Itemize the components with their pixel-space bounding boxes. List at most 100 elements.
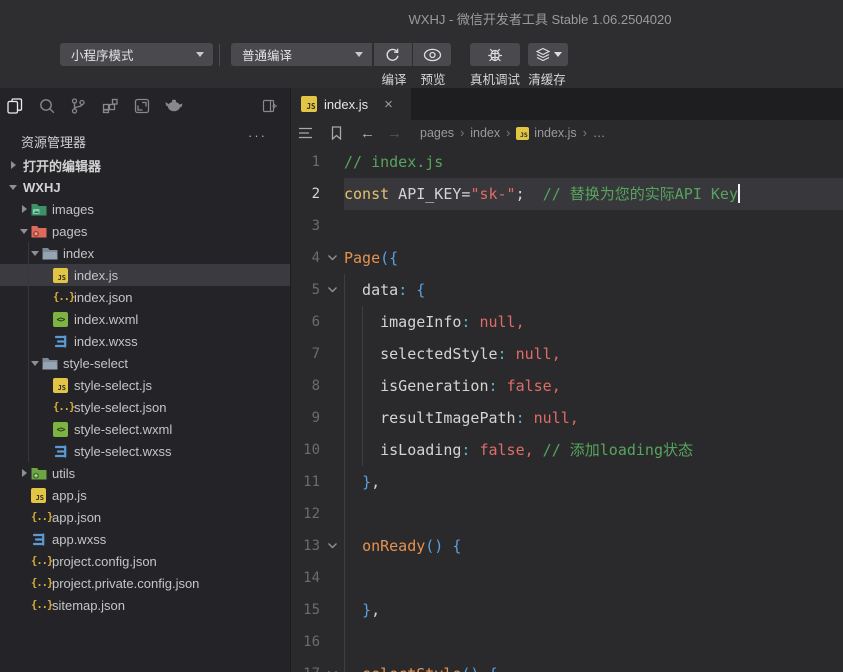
code-line-content[interactable]: },	[344, 466, 843, 498]
code-line-8[interactable]: 8 isGeneration: false,	[291, 370, 843, 402]
tree-item-style-select.json[interactable]: {..}style-select.json	[0, 396, 290, 418]
collapse-sidebar-icon[interactable]	[262, 98, 278, 114]
code-line-content[interactable]: data: {	[344, 274, 843, 306]
code-line-content[interactable]: const API_KEY="sk-"; // 替换为您的实际API Key	[344, 178, 843, 210]
tree-item-sitemap.json[interactable]: {..}sitemap.json	[0, 594, 290, 616]
breadcrumb-separator: ›	[506, 126, 510, 140]
back-arrow-icon[interactable]: ←	[360, 125, 375, 142]
tree-item-style-select.js[interactable]: JSstyle-select.js	[0, 374, 290, 396]
breadcrumb-item-pages[interactable]: pages	[420, 126, 454, 140]
tree-item-style-select.wxml[interactable]: <>style-select.wxml	[0, 418, 290, 440]
code-line-14[interactable]: 14	[291, 562, 843, 594]
remote-debug-label[interactable]: 真机调试	[463, 69, 527, 88]
tree-caret-icon[interactable]	[28, 361, 42, 366]
compile-label[interactable]: 编译	[374, 69, 414, 88]
close-icon[interactable]: ×	[384, 97, 393, 112]
code-area[interactable]: 1// index.js2const API_KEY="sk-"; // 替换为…	[291, 146, 843, 672]
preview-label[interactable]: 预览	[413, 69, 453, 88]
app-window-icon[interactable]	[133, 97, 151, 115]
tree-item-project.config.json[interactable]: {..}project.config.json	[0, 550, 290, 572]
tree-caret-icon[interactable]	[17, 229, 31, 234]
tree-caret-icon[interactable]	[6, 185, 20, 190]
breadcrumb-item-index.js[interactable]: index.js	[534, 126, 576, 140]
teapot-icon[interactable]	[164, 97, 182, 115]
code-line-content[interactable]: selectStyle() {	[344, 658, 843, 672]
fold-chevron-icon[interactable]	[320, 274, 344, 306]
code-line-content[interactable]: imageInfo: null,	[344, 306, 843, 338]
code-line-content[interactable]	[344, 626, 843, 658]
tree-item-project.private.config.json[interactable]: {..}project.private.config.json	[0, 572, 290, 594]
tree-item-index.js[interactable]: JSindex.js	[0, 264, 290, 286]
code-line-13[interactable]: 13 onReady() {	[291, 530, 843, 562]
breadcrumb-item-more[interactable]: …	[593, 126, 606, 140]
code-line-content[interactable]	[344, 498, 843, 530]
tree-item-index.wxss[interactable]: index.wxss	[0, 330, 290, 352]
code-line-content[interactable]	[344, 562, 843, 594]
code-line-4[interactable]: 4Page({	[291, 242, 843, 274]
compile-button[interactable]	[374, 43, 412, 66]
fold-chevron-icon[interactable]	[320, 242, 344, 274]
tree-item-index[interactable]: index	[0, 242, 290, 264]
compile-mode-dropdown[interactable]: 普通编译	[231, 43, 372, 66]
fold-chevron-icon[interactable]	[320, 530, 344, 562]
tree-item--[interactable]: 打开的编辑器	[0, 154, 290, 176]
fold-spacer	[320, 178, 344, 210]
tree-item-style-select.wxss[interactable]: style-select.wxss	[0, 440, 290, 462]
indent-guide	[344, 466, 345, 498]
code-line-17[interactable]: 17 selectStyle() {	[291, 658, 843, 672]
breadcrumb-item-index[interactable]: index	[470, 126, 500, 140]
code-line-content[interactable]: resultImagePath: null,	[344, 402, 843, 434]
clear-cache-label[interactable]: 清缓存	[525, 69, 569, 88]
code-line-content[interactable]: // index.js	[344, 146, 843, 178]
bookmark-icon[interactable]	[328, 125, 344, 141]
code-line-content[interactable]: isLoading: false, // 添加loading状态	[344, 434, 843, 466]
tree-item-pages[interactable]: pages	[0, 220, 290, 242]
search-icon[interactable]	[38, 97, 56, 115]
tree-caret-icon[interactable]	[6, 161, 20, 169]
tree-item-index.wxml[interactable]: <>index.wxml	[0, 308, 290, 330]
tree-item-WXHJ[interactable]: WXHJ	[0, 176, 290, 198]
code-line-3[interactable]: 3	[291, 210, 843, 242]
tree-item-style-select[interactable]: style-select	[0, 352, 290, 374]
code-line-content[interactable]: Page({	[344, 242, 843, 274]
code-line-content[interactable]: isGeneration: false,	[344, 370, 843, 402]
code-line-content[interactable]: },	[344, 594, 843, 626]
preview-button[interactable]	[413, 43, 451, 66]
forward-arrow-icon[interactable]: →	[387, 125, 402, 142]
tree-item-app.json[interactable]: {..}app.json	[0, 506, 290, 528]
tree-item-utils[interactable]: utils	[0, 462, 290, 484]
code-line-content[interactable]	[344, 210, 843, 242]
tree-item-app.js[interactable]: JSapp.js	[0, 484, 290, 506]
outline-icon[interactable]	[297, 125, 313, 141]
code-line-content[interactable]: onReady() {	[344, 530, 843, 562]
code-line-9[interactable]: 9 resultImagePath: null,	[291, 402, 843, 434]
remote-debug-button[interactable]	[470, 43, 520, 66]
files-icon[interactable]	[6, 97, 24, 115]
tree-caret-icon[interactable]	[17, 205, 31, 213]
more-actions-icon[interactable]: ···	[248, 128, 267, 143]
code-line-11[interactable]: 11 },	[291, 466, 843, 498]
code-line-12[interactable]: 12	[291, 498, 843, 530]
code-line-15[interactable]: 15 },	[291, 594, 843, 626]
git-branch-icon[interactable]	[69, 97, 87, 115]
code-line-5[interactable]: 5 data: {	[291, 274, 843, 306]
tree-item-index.json[interactable]: {..}index.json	[0, 286, 290, 308]
mode-dropdown[interactable]: 小程序模式	[60, 43, 213, 66]
tree-caret-icon[interactable]	[17, 469, 31, 477]
tree-item-app.wxss[interactable]: app.wxss	[0, 528, 290, 550]
clear-cache-button[interactable]	[528, 43, 568, 66]
extensions-icon[interactable]	[101, 97, 119, 115]
code-line-content[interactable]: selectedStyle: null,	[344, 338, 843, 370]
code-line-2[interactable]: 2const API_KEY="sk-"; // 替换为您的实际API Key	[291, 178, 843, 210]
code-line-6[interactable]: 6 imageInfo: null,	[291, 306, 843, 338]
code-line-1[interactable]: 1// index.js	[291, 146, 843, 178]
tree-caret-icon[interactable]	[28, 251, 42, 256]
tree-item-label: pages	[52, 224, 87, 239]
tree-item-images[interactable]: images	[0, 198, 290, 220]
fold-chevron-icon[interactable]	[320, 658, 344, 672]
code-line-7[interactable]: 7 selectedStyle: null,	[291, 338, 843, 370]
line-number: 14	[291, 562, 320, 594]
code-line-10[interactable]: 10 isLoading: false, // 添加loading状态	[291, 434, 843, 466]
code-line-16[interactable]: 16	[291, 626, 843, 658]
tab-index-js[interactable]: JS index.js ×	[291, 88, 411, 120]
